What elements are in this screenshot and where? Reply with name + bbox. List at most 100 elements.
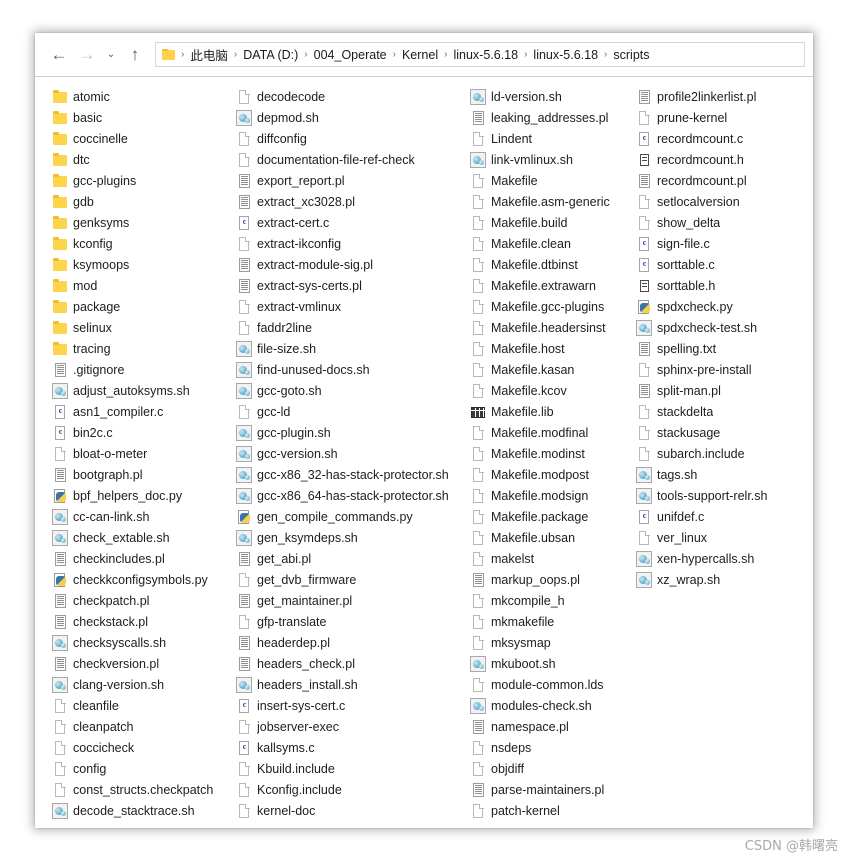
list-item[interactable]: tags.sh bbox=[636, 464, 812, 485]
breadcrumb-separator-4[interactable]: › bbox=[440, 49, 451, 60]
list-item[interactable]: ld-version.sh bbox=[470, 86, 636, 107]
list-item[interactable]: Makefile.lib bbox=[470, 401, 636, 422]
list-item[interactable]: stackdelta bbox=[636, 401, 812, 422]
address-bar[interactable]: › 此电脑 › DATA (D:) › 004_Operate › Kernel… bbox=[155, 42, 805, 67]
forward-icon[interactable]: → bbox=[73, 41, 101, 69]
list-item[interactable]: leaking_addresses.pl bbox=[470, 107, 636, 128]
list-item[interactable]: recordmcount.c bbox=[636, 128, 812, 149]
list-item[interactable]: Makefile.dtbinst bbox=[470, 254, 636, 275]
list-item[interactable]: documentation-file-ref-check bbox=[236, 149, 470, 170]
list-item[interactable]: decodecode bbox=[236, 86, 470, 107]
list-item[interactable]: mksysmap bbox=[470, 632, 636, 653]
list-item[interactable]: diffconfig bbox=[236, 128, 470, 149]
list-item[interactable]: bloat-o-meter bbox=[52, 443, 236, 464]
list-item[interactable]: Makefile.headersinst bbox=[470, 317, 636, 338]
list-item[interactable]: kallsyms.c bbox=[236, 737, 470, 758]
list-item[interactable]: spelling.txt bbox=[636, 338, 812, 359]
list-item[interactable]: Makefile.ubsan bbox=[470, 527, 636, 548]
list-item[interactable]: headers_install.sh bbox=[236, 674, 470, 695]
list-item[interactable]: Makefile.kcov bbox=[470, 380, 636, 401]
list-item[interactable]: subarch.include bbox=[636, 443, 812, 464]
list-item[interactable]: get_dvb_firmware bbox=[236, 569, 470, 590]
list-item[interactable]: gfp-translate bbox=[236, 611, 470, 632]
list-item[interactable]: Makefile.host bbox=[470, 338, 636, 359]
list-item[interactable]: checkversion.pl bbox=[52, 653, 236, 674]
list-item[interactable]: Makefile.asm-generic bbox=[470, 191, 636, 212]
list-item[interactable]: kernel-doc bbox=[236, 800, 470, 821]
list-item[interactable]: checksyscalls.sh bbox=[52, 632, 236, 653]
list-item[interactable]: const_structs.checkpatch bbox=[52, 779, 236, 800]
list-item[interactable]: basic bbox=[52, 107, 236, 128]
list-item[interactable]: nsdeps bbox=[470, 737, 636, 758]
list-item[interactable]: sorttable.c bbox=[636, 254, 812, 275]
list-item[interactable]: check_extable.sh bbox=[52, 527, 236, 548]
list-item[interactable]: extract-module-sig.pl bbox=[236, 254, 470, 275]
breadcrumb-item-0[interactable]: 此电脑 bbox=[188, 44, 230, 65]
back-icon[interactable]: ← bbox=[45, 41, 73, 69]
list-item[interactable]: checkincludes.pl bbox=[52, 548, 236, 569]
list-item[interactable]: makelst bbox=[470, 548, 636, 569]
list-item[interactable]: profile2linkerlist.pl bbox=[636, 86, 812, 107]
list-item[interactable]: Makefile.modinst bbox=[470, 443, 636, 464]
list-item[interactable]: mkuboot.sh bbox=[470, 653, 636, 674]
list-item[interactable]: gcc-ld bbox=[236, 401, 470, 422]
file-list-pane[interactable]: atomic basic coccinelle dtc gcc-plugins gdb ge… bbox=[35, 77, 813, 828]
chevron-down-icon[interactable]: ⌄ bbox=[101, 41, 121, 69]
list-item[interactable]: Makefile.package bbox=[470, 506, 636, 527]
list-item[interactable]: cleanpatch bbox=[52, 716, 236, 737]
list-item[interactable]: clang-version.sh bbox=[52, 674, 236, 695]
list-item[interactable]: mkcompile_h bbox=[470, 590, 636, 611]
list-item[interactable]: config bbox=[52, 758, 236, 779]
list-item[interactable]: jobserver-exec bbox=[236, 716, 470, 737]
list-item[interactable]: kconfig bbox=[52, 233, 236, 254]
list-item[interactable]: parse-maintainers.pl bbox=[470, 779, 636, 800]
list-item[interactable]: atomic bbox=[52, 86, 236, 107]
list-item[interactable]: show_delta bbox=[636, 212, 812, 233]
list-item[interactable]: ver_linux bbox=[636, 527, 812, 548]
list-item[interactable]: Makefile.modfinal bbox=[470, 422, 636, 443]
breadcrumb-item-6[interactable]: scripts bbox=[611, 47, 651, 63]
list-item[interactable]: gdb bbox=[52, 191, 236, 212]
list-item[interactable]: gcc-goto.sh bbox=[236, 380, 470, 401]
list-item[interactable]: objdiff bbox=[470, 758, 636, 779]
list-item[interactable]: bin2c.c bbox=[52, 422, 236, 443]
list-item[interactable]: sign-file.c bbox=[636, 233, 812, 254]
list-item[interactable]: stackusage bbox=[636, 422, 812, 443]
list-item[interactable]: asn1_compiler.c bbox=[52, 401, 236, 422]
list-item[interactable]: dtc bbox=[52, 149, 236, 170]
list-item[interactable]: extract-sys-certs.pl bbox=[236, 275, 470, 296]
list-item[interactable]: ksymoops bbox=[52, 254, 236, 275]
list-item[interactable]: checkkconfigsymbols.py bbox=[52, 569, 236, 590]
list-item[interactable]: selinux bbox=[52, 317, 236, 338]
list-item[interactable]: bpf_helpers_doc.py bbox=[52, 485, 236, 506]
breadcrumb-item-3[interactable]: Kernel bbox=[400, 47, 440, 63]
list-item[interactable]: extract-cert.c bbox=[236, 212, 470, 233]
list-item[interactable]: Makefile.gcc-plugins bbox=[470, 296, 636, 317]
up-icon[interactable]: ↑ bbox=[121, 41, 149, 69]
list-item[interactable]: headers_check.pl bbox=[236, 653, 470, 674]
list-item[interactable]: Lindent bbox=[470, 128, 636, 149]
list-item[interactable]: .gitignore bbox=[52, 359, 236, 380]
list-item[interactable]: namespace.pl bbox=[470, 716, 636, 737]
breadcrumb-item-2[interactable]: 004_Operate bbox=[312, 47, 389, 63]
list-item[interactable]: insert-sys-cert.c bbox=[236, 695, 470, 716]
list-item[interactable]: modules-check.sh bbox=[470, 695, 636, 716]
list-item[interactable]: headerdep.pl bbox=[236, 632, 470, 653]
list-item[interactable]: package bbox=[52, 296, 236, 317]
list-item[interactable]: recordmcount.pl bbox=[636, 170, 812, 191]
list-item[interactable]: cc-can-link.sh bbox=[52, 506, 236, 527]
list-item[interactable]: gen_compile_commands.py bbox=[236, 506, 470, 527]
list-item[interactable]: adjust_autoksyms.sh bbox=[52, 380, 236, 401]
list-item[interactable]: coccicheck bbox=[52, 737, 236, 758]
breadcrumb-separator-2[interactable]: › bbox=[300, 49, 311, 60]
list-item[interactable]: checkstack.pl bbox=[52, 611, 236, 632]
list-item[interactable]: Kconfig.include bbox=[236, 779, 470, 800]
list-item[interactable]: spdxcheck-test.sh bbox=[636, 317, 812, 338]
list-item[interactable]: extract_xc3028.pl bbox=[236, 191, 470, 212]
list-item[interactable]: tools-support-relr.sh bbox=[636, 485, 812, 506]
list-item[interactable]: checkpatch.pl bbox=[52, 590, 236, 611]
breadcrumb-separator-6[interactable]: › bbox=[600, 49, 611, 60]
breadcrumb-separator-0[interactable]: › bbox=[177, 49, 188, 60]
list-item[interactable]: mod bbox=[52, 275, 236, 296]
list-item[interactable]: cleanfile bbox=[52, 695, 236, 716]
